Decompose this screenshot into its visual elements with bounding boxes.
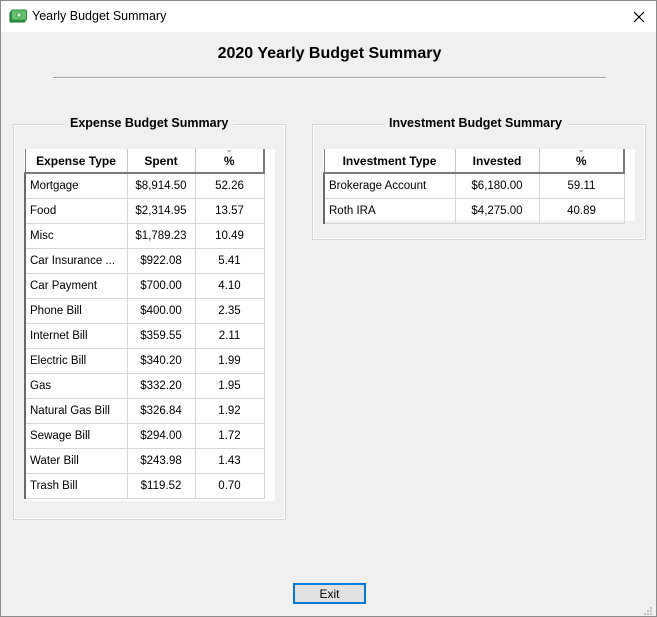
- close-icon: [633, 11, 645, 22]
- expense-spent-cell[interactable]: $8,914.50: [127, 173, 196, 199]
- investment-group-title: Investment Budget Summary: [383, 116, 568, 130]
- expense-percent-cell[interactable]: 2.35: [195, 298, 265, 324]
- table-row[interactable]: Natural Gas Bill $326.84 1.92: [24, 398, 265, 424]
- expense-spent-cell[interactable]: $922.08: [127, 248, 196, 274]
- investment-type-cell[interactable]: Roth IRA: [323, 198, 456, 224]
- expense-type-cell[interactable]: Phone Bill: [24, 298, 128, 324]
- sort-chevron-icon: ⌄: [225, 145, 233, 154]
- table-row[interactable]: Misc $1,789.23 10.49: [24, 223, 265, 249]
- expense-spent-cell[interactable]: $332.20: [127, 373, 196, 399]
- table-row[interactable]: Internet Bill $359.55 2.11: [24, 323, 265, 349]
- column-header-percent[interactable]: ⌄%: [195, 145, 265, 174]
- table-row[interactable]: Car Insurance ... $922.08 5.41: [24, 248, 265, 274]
- table-row[interactable]: Sewage Bill $294.00 1.72: [24, 423, 265, 449]
- expense-spent-cell[interactable]: $700.00: [127, 273, 196, 299]
- expense-type-cell[interactable]: Misc: [24, 223, 128, 249]
- exit-button[interactable]: Exit: [293, 583, 366, 604]
- expense-type-cell[interactable]: Mortgage: [24, 173, 128, 199]
- expense-spent-cell[interactable]: $359.55: [127, 323, 196, 349]
- expense-type-cell[interactable]: Internet Bill: [24, 323, 128, 349]
- expense-type-cell[interactable]: Food: [24, 198, 128, 224]
- expense-spent-cell[interactable]: $2,314.95: [127, 198, 196, 224]
- table-row[interactable]: Mortgage $8,914.50 52.26: [24, 173, 265, 199]
- expense-percent-cell[interactable]: 2.11: [195, 323, 265, 349]
- expense-percent-cell[interactable]: 1.43: [195, 448, 265, 474]
- title-bar[interactable]: Yearly Budget Summary: [1, 1, 656, 32]
- expense-percent-cell[interactable]: 5.41: [195, 248, 265, 274]
- window-title: Yearly Budget Summary: [32, 9, 167, 23]
- table-row[interactable]: Food $2,314.95 13.57: [24, 198, 265, 224]
- close-button[interactable]: [622, 1, 656, 32]
- expense-spent-cell[interactable]: $294.00: [127, 423, 196, 449]
- expense-spent-cell[interactable]: $326.84: [127, 398, 196, 424]
- expense-header-row: Expense Type Spent ⌄%: [24, 145, 265, 174]
- investment-grid[interactable]: Investment Type Invested ⌄% Brokerage Ac…: [323, 145, 635, 224]
- title-divider: [53, 77, 606, 79]
- table-row[interactable]: Phone Bill $400.00 2.35: [24, 298, 265, 324]
- expense-percent-cell[interactable]: 4.10: [195, 273, 265, 299]
- expense-percent-cell[interactable]: 1.92: [195, 398, 265, 424]
- investment-percent-cell[interactable]: 59.11: [539, 173, 625, 199]
- expense-type-cell[interactable]: Electric Bill: [24, 348, 128, 374]
- table-row[interactable]: Brokerage Account $6,180.00 59.11: [323, 173, 625, 199]
- column-header-expense-type[interactable]: Expense Type: [24, 149, 128, 174]
- expense-group-title: Expense Budget Summary: [64, 116, 235, 130]
- investment-invested-cell[interactable]: $4,275.00: [455, 198, 540, 224]
- expense-percent-cell[interactable]: 0.70: [195, 473, 265, 499]
- expense-type-cell[interactable]: Water Bill: [24, 448, 128, 474]
- expense-type-cell[interactable]: Sewage Bill: [24, 423, 128, 449]
- investment-header-row: Investment Type Invested ⌄%: [323, 145, 625, 174]
- resize-grip-icon[interactable]: [643, 603, 653, 615]
- sort-chevron-icon: ⌄: [577, 145, 585, 154]
- column-header-investment-type[interactable]: Investment Type: [323, 149, 456, 174]
- expense-spent-cell[interactable]: $1,789.23: [127, 223, 196, 249]
- expense-type-cell[interactable]: Natural Gas Bill: [24, 398, 128, 424]
- expense-spent-cell[interactable]: $243.98: [127, 448, 196, 474]
- expense-percent-cell[interactable]: 13.57: [195, 198, 265, 224]
- table-row[interactable]: Trash Bill $119.52 0.70: [24, 473, 265, 499]
- expense-type-cell[interactable]: Car Insurance ...: [24, 248, 128, 274]
- budget-summary-window: Yearly Budget Summary 2020 Yearly Budget…: [0, 0, 657, 617]
- expense-type-cell[interactable]: Trash Bill: [24, 473, 128, 499]
- expense-percent-cell[interactable]: 1.95: [195, 373, 265, 399]
- table-row[interactable]: Water Bill $243.98 1.43: [24, 448, 265, 474]
- expense-percent-cell[interactable]: 1.99: [195, 348, 265, 374]
- table-row[interactable]: Gas $332.20 1.95: [24, 373, 265, 399]
- column-header-spent[interactable]: Spent: [127, 149, 196, 174]
- table-row[interactable]: Car Payment $700.00 4.10: [24, 273, 265, 299]
- investment-percent-cell[interactable]: 40.89: [539, 198, 625, 224]
- expense-percent-cell[interactable]: 52.26: [195, 173, 265, 199]
- expense-percent-cell[interactable]: 1.72: [195, 423, 265, 449]
- expense-grid[interactable]: Expense Type Spent ⌄% Mortgage $8,914.50 5…: [24, 145, 275, 501]
- expense-spent-cell[interactable]: $340.20: [127, 348, 196, 374]
- column-header-invested[interactable]: Invested: [455, 149, 540, 174]
- table-row[interactable]: Electric Bill $340.20 1.99: [24, 348, 265, 374]
- expense-type-cell[interactable]: Gas: [24, 373, 128, 399]
- investment-invested-cell[interactable]: $6,180.00: [455, 173, 540, 199]
- investment-type-cell[interactable]: Brokerage Account: [323, 173, 456, 199]
- expense-spent-cell[interactable]: $119.52: [127, 473, 196, 499]
- money-icon: [9, 9, 27, 23]
- column-header-percent[interactable]: ⌄%: [539, 145, 625, 174]
- expense-spent-cell[interactable]: $400.00: [127, 298, 196, 324]
- page-title: 2020 Yearly Budget Summary: [217, 45, 442, 62]
- expense-type-cell[interactable]: Car Payment: [24, 273, 128, 299]
- table-row[interactable]: Roth IRA $4,275.00 40.89: [323, 198, 625, 224]
- expense-percent-cell[interactable]: 10.49: [195, 223, 265, 249]
